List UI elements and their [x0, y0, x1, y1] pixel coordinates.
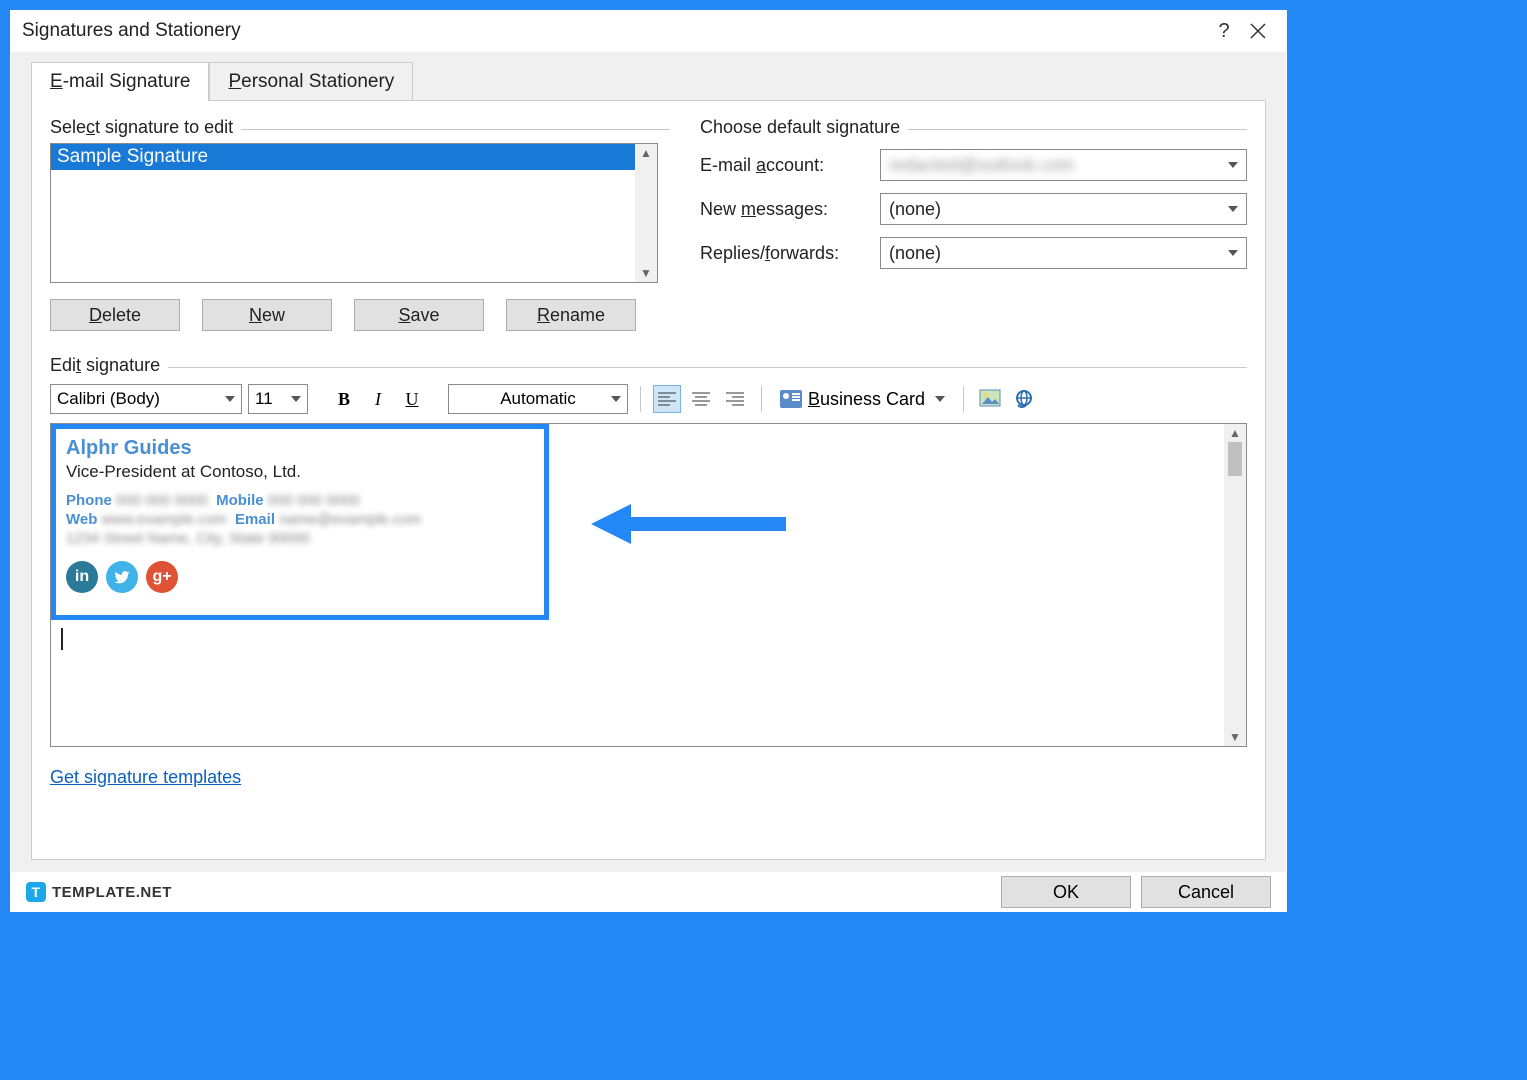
align-right-icon [726, 392, 744, 406]
select-signature-section: Select signature to edit Sample Signatur… [50, 119, 670, 331]
titlebar: Signatures and Stationery ? [10, 10, 1287, 52]
text-cursor [61, 628, 63, 650]
web-value: www.example.com [102, 511, 227, 528]
underline-button[interactable]: U [398, 385, 426, 413]
annotation-highlight: Alphr Guides Vice-President at Contoso, … [51, 424, 549, 620]
scroll-up-icon: ▲ [1229, 426, 1241, 440]
phone-value: 000 000 0000 [116, 492, 208, 509]
email-account-label: E-mail account: [700, 155, 880, 176]
select-signature-label: Select signature to edit [50, 117, 241, 138]
align-right-button[interactable] [721, 385, 749, 413]
phone-label: Phone [66, 492, 112, 509]
default-signature-label: Choose default signature [700, 117, 908, 138]
new-button[interactable]: New [202, 299, 332, 331]
twitter-icon[interactable] [106, 561, 138, 593]
chevron-down-icon [1228, 206, 1238, 212]
scroll-down-icon: ▼ [1229, 730, 1241, 744]
signature-name: Alphr Guides [66, 437, 534, 460]
picture-icon [979, 389, 1001, 409]
listbox-scrollbar[interactable]: ▲ ▼ [635, 144, 657, 282]
new-messages-value: (none) [889, 199, 941, 220]
default-signature-section: Choose default signature E-mail account:… [700, 119, 1247, 331]
email-value: name@example.com [279, 511, 421, 528]
signature-list-item[interactable]: Sample Signature [51, 144, 635, 170]
mobile-value: 000 000 0000 [268, 492, 360, 509]
scrollbar-thumb[interactable] [1228, 442, 1242, 476]
chevron-down-icon [291, 396, 301, 402]
mobile-label: Mobile [216, 492, 264, 509]
cancel-button[interactable]: Cancel [1141, 876, 1271, 908]
bold-button[interactable]: B [330, 385, 358, 413]
chevron-down-icon [611, 396, 621, 402]
email-account-value: redacted@outlook.com [889, 155, 1074, 176]
font-size-select[interactable]: 11 [248, 384, 308, 414]
edit-signature-label: Edit signature [50, 355, 168, 376]
align-center-icon [692, 392, 710, 406]
tab-panel: Select signature to edit Sample Signatur… [31, 100, 1266, 860]
font-color-select[interactable]: Automatic [448, 384, 628, 414]
link-icon [1012, 389, 1036, 409]
dialog-window: Signatures and Stationery ? E-mail Signa… [10, 10, 1287, 912]
scroll-up-icon: ▲ [640, 146, 652, 160]
replies-forwards-value: (none) [889, 243, 941, 264]
social-icons: in g+ [66, 561, 534, 593]
dialog-body: E-mail Signature Personal Stationery Sel… [11, 52, 1286, 872]
chevron-down-icon [1228, 162, 1238, 168]
edit-signature-section: Edit signature Calibri (Body) 11 B I U A… [50, 357, 1247, 747]
close-button[interactable] [1241, 14, 1275, 48]
annotation-arrow-icon [591, 499, 791, 549]
signature-editor[interactable]: Alphr Guides Vice-President at Contoso, … [50, 423, 1247, 747]
rename-button[interactable]: Rename [506, 299, 636, 331]
dialog-footer: TTEMPLATE.NET OK Cancel [10, 872, 1287, 912]
new-messages-label: New messages: [700, 199, 880, 220]
address-value: 1234 Street Name, City, State 00000 [66, 530, 310, 547]
formatting-toolbar: Calibri (Body) 11 B I U Automatic Busine… [50, 381, 1247, 417]
editor-scrollbar[interactable]: ▲ ▼ [1224, 424, 1246, 746]
get-templates-link[interactable]: Get signature templates [50, 767, 241, 788]
tab-bar: E-mail Signature Personal Stationery [31, 62, 1266, 101]
font-select[interactable]: Calibri (Body) [50, 384, 242, 414]
insert-hyperlink-button[interactable] [1010, 385, 1038, 413]
replies-forwards-select[interactable]: (none) [880, 237, 1247, 269]
web-label: Web [66, 511, 97, 528]
email-account-select[interactable]: redacted@outlook.com [880, 149, 1247, 181]
chevron-down-icon [935, 396, 945, 402]
help-button[interactable]: ? [1207, 14, 1241, 48]
tab-personal-stationery[interactable]: Personal Stationery [209, 62, 413, 101]
googleplus-icon[interactable]: g+ [146, 561, 178, 593]
align-center-button[interactable] [687, 385, 715, 413]
window-title: Signatures and Stationery [22, 20, 241, 42]
signature-listbox[interactable]: Sample Signature ▲ ▼ [50, 143, 658, 283]
linkedin-icon[interactable]: in [66, 561, 98, 593]
save-button[interactable]: Save [354, 299, 484, 331]
brand-mark-icon: T [26, 882, 46, 902]
delete-button[interactable]: Delete [50, 299, 180, 331]
business-card-icon [780, 390, 802, 408]
italic-button[interactable]: I [364, 385, 392, 413]
replies-forwards-label: Replies/forwards: [700, 243, 880, 264]
chevron-down-icon [1228, 250, 1238, 256]
align-left-icon [658, 392, 676, 406]
tab-email-signature[interactable]: E-mail Signature [31, 62, 209, 101]
align-left-button[interactable] [653, 385, 681, 413]
business-card-button[interactable]: Business Card [774, 384, 951, 414]
signature-job-title: Vice-President at Contoso, Ltd. [66, 462, 534, 482]
chevron-down-icon [225, 396, 235, 402]
close-icon [1250, 23, 1266, 39]
new-messages-select[interactable]: (none) [880, 193, 1247, 225]
insert-picture-button[interactable] [976, 385, 1004, 413]
email-label: Email [235, 511, 275, 528]
scroll-down-icon: ▼ [640, 266, 652, 280]
brand-logo: TTEMPLATE.NET [26, 882, 172, 902]
ok-button[interactable]: OK [1001, 876, 1131, 908]
